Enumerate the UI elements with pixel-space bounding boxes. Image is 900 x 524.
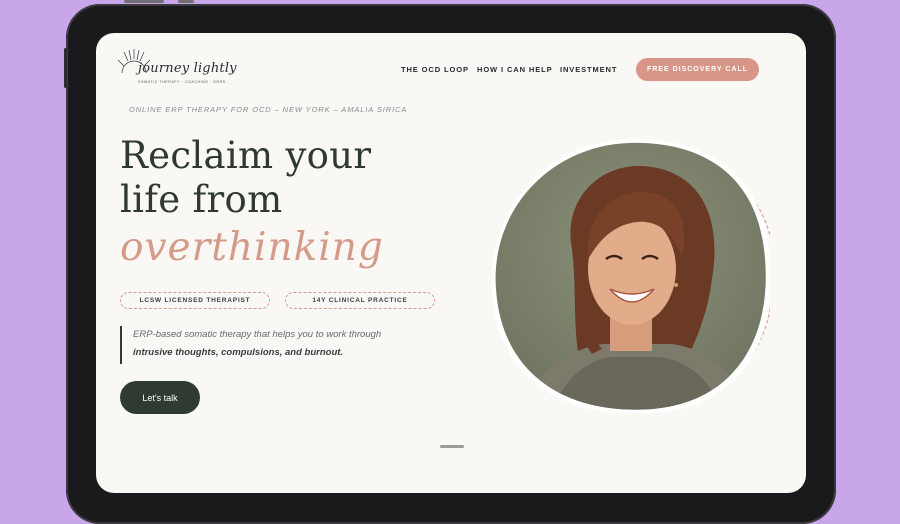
hero-headline-line1: Reclaim your	[120, 134, 372, 177]
brand-tagline: SOMATIC THERAPY · COACHING · ERRS	[138, 80, 226, 84]
nav-link-ocd-loop[interactable]: THE OCD LOOP	[401, 65, 469, 74]
nav-link-investment[interactable]: INVESTMENT	[560, 65, 617, 74]
hero-headline-accent: overthinking	[120, 225, 384, 270]
nav-link-how-i-can-help[interactable]: HOW I CAN HELP	[477, 65, 553, 74]
brand-name: journey lightly	[138, 61, 237, 76]
hero-headline-line2: life from	[120, 178, 283, 221]
scroll-indicator[interactable]	[440, 445, 464, 448]
badge-clinical-practice: 14Y CLINICAL PRACTICE	[285, 292, 435, 309]
badge-lcsw: LCSW LICENSED THERAPIST	[120, 292, 270, 309]
device-side-button	[64, 48, 67, 88]
hero-description: ERP-based somatic therapy that helps you…	[120, 326, 381, 364]
description-line2: intrusive thoughts, compulsions, and bur…	[133, 347, 344, 358]
lets-talk-button[interactable]: Let's talk	[120, 381, 200, 414]
webpage-screen: journey lightly SOMATIC THERAPY · COACHI…	[96, 33, 806, 493]
brand-logo[interactable]: journey lightly SOMATIC THERAPY · COACHI…	[118, 47, 237, 87]
portrait-illustration	[491, 138, 775, 415]
description-line1: ERP-based somatic therapy that helps you…	[133, 329, 382, 340]
therapist-portrait	[491, 138, 775, 415]
hero-eyebrow: ONLINE ERP THERAPY FOR OCD – NEW YORK – …	[129, 105, 408, 114]
free-discovery-call-button[interactable]: FREE DISCOVERY CALL	[636, 58, 759, 81]
device-top-button	[178, 0, 194, 3]
device-top-button	[124, 0, 164, 3]
